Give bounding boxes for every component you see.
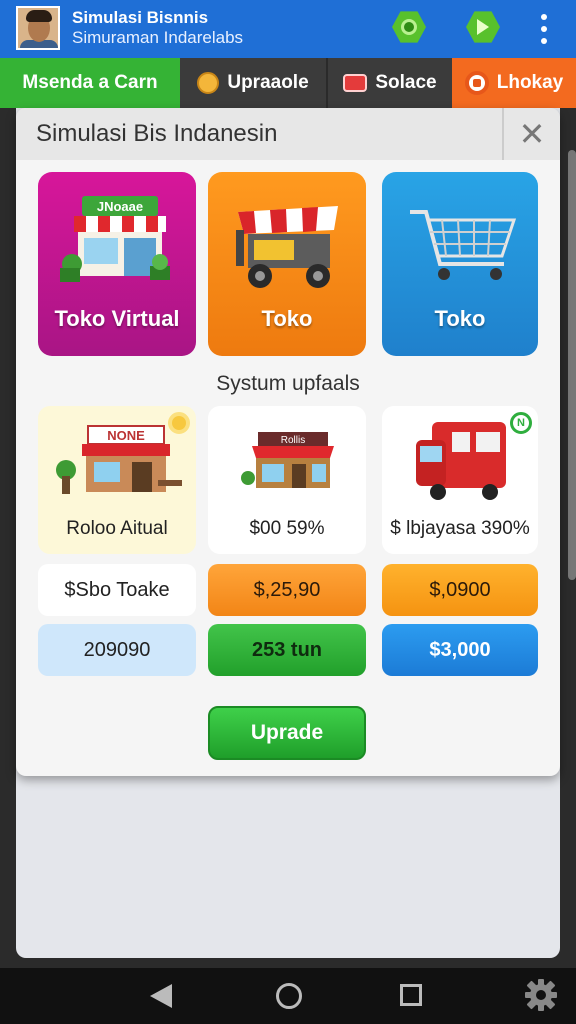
storefront-sign: JNoaae (97, 199, 143, 214)
hex-settings-icon (392, 11, 426, 43)
cart-icon (410, 210, 517, 280)
price-pill[interactable]: $Sbo Toake (38, 564, 196, 616)
shop-sign: Rollis (281, 435, 305, 446)
tv-icon (343, 74, 368, 92)
app-bar: Simulasi Bisnnis Simuraman Indarelabs (0, 0, 576, 58)
business-dialog: Simulasi Bis Indanesin ✕ JNoaae Toko Vir… (16, 108, 560, 776)
price-text: 253 tun (251, 638, 323, 661)
close-button[interactable]: ✕ (502, 108, 560, 160)
dialog-title: Simulasi Bis Indanesin (36, 120, 278, 147)
shop-sign: NONE (107, 428, 145, 443)
storefront-icon: JNoaae (60, 196, 170, 282)
tab-upraaole[interactable]: Upraaole (180, 58, 328, 108)
clock-icon (464, 71, 489, 95)
tab-label: Lhokay (496, 72, 564, 93)
gear-icon[interactable] (524, 978, 558, 1012)
card-label: Toko Virtual (54, 306, 180, 331)
n-badge-icon: N (510, 412, 532, 434)
card-toko-trolley[interactable]: Toko (382, 172, 538, 356)
section-label: Systum upfaals (216, 372, 360, 395)
home-icon[interactable] (276, 983, 302, 1009)
price-pill[interactable]: $,25,90 (208, 564, 366, 616)
tab-label: Msenda a Carn (22, 72, 158, 93)
upgrade-label: $ lbjayasa 390% (390, 518, 530, 539)
upgrade-label: $00 59% (249, 518, 325, 539)
system-nav-bar (0, 968, 576, 1024)
card-label: Toko (261, 306, 313, 331)
upgrade-card-3[interactable]: N $ lbjayasa 390% (382, 406, 538, 554)
price-pill[interactable]: $,0900 (382, 564, 538, 616)
card-label: Toko (434, 306, 486, 331)
scrollbar[interactable] (568, 150, 576, 580)
avatar[interactable] (16, 6, 60, 50)
price-text: $,25,90 (253, 578, 321, 601)
upgrade-card-2[interactable]: Rollis $00 59% (208, 406, 366, 554)
card-toko-virtual[interactable]: JNoaae Toko Virtual (38, 172, 196, 356)
tab-msenda[interactable]: Msenda a Carn (0, 58, 180, 108)
app-title: Simulasi Bisnnis (72, 8, 209, 27)
shop-icon: Rollis (241, 432, 334, 488)
tab-label: Upraaole (227, 72, 309, 93)
more-vert-icon[interactable] (538, 14, 550, 44)
price-text: $3,000 (429, 638, 491, 661)
price-pill[interactable]: 209090 (38, 624, 196, 676)
smiley-icon (197, 72, 220, 94)
recents-icon[interactable] (400, 984, 422, 1006)
upgrade-label: Roloo Aitual (66, 518, 168, 539)
app-subtitle: Simuraman Indarelabs (72, 28, 244, 47)
tab-lhokay[interactable]: Lhokay (452, 58, 576, 108)
price-text: 209090 (83, 638, 151, 661)
upgrade-card-1[interactable]: NONE Roloo Aitual (38, 406, 196, 554)
hex-settings-button[interactable] (392, 10, 428, 46)
coin-badge-icon (168, 412, 190, 434)
title-block: Simulasi Bisnnis Simuraman Indarelabs (72, 8, 243, 48)
tab-label: Solace (375, 72, 437, 93)
price-text: $Sbo Toake (64, 578, 170, 601)
tab-solace[interactable]: Solace (328, 58, 452, 108)
hex-forward-button[interactable] (466, 10, 502, 46)
dialog-header: Simulasi Bis Indanesin ✕ (16, 108, 560, 160)
hex-arrow-icon (466, 11, 500, 43)
tab-bar: Msenda a Carn Upraaole Solace Lhokay (0, 58, 576, 108)
price-text: $,0900 (429, 578, 491, 601)
card-toko-cart[interactable]: Toko (208, 172, 366, 356)
close-icon: ✕ (518, 116, 546, 152)
price-pill[interactable]: 253 tun (208, 624, 366, 676)
upgrade-button[interactable]: Uprade (208, 706, 366, 760)
back-icon[interactable] (150, 984, 172, 1008)
price-pill[interactable]: $3,000 (382, 624, 538, 676)
food-cart-icon (236, 206, 338, 288)
